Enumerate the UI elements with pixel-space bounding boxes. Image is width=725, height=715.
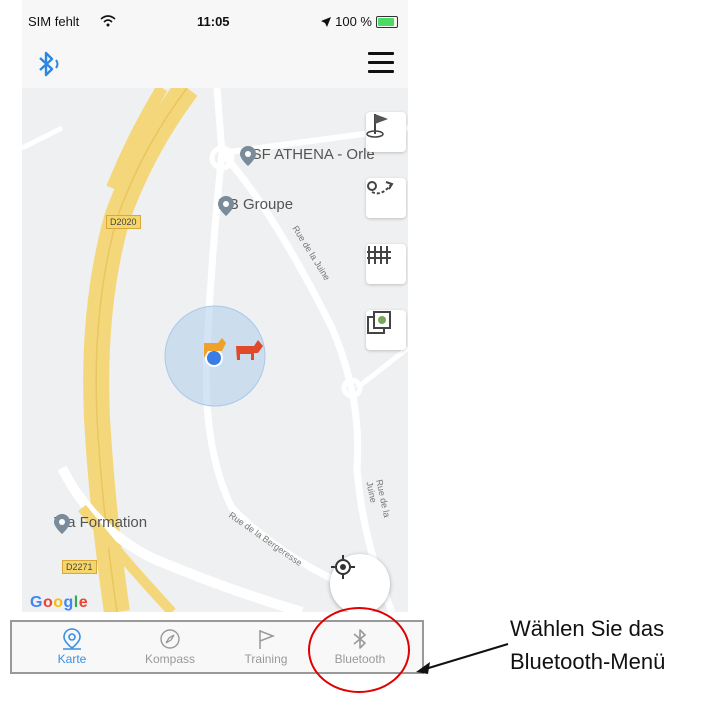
tab-label: Karte [57, 652, 87, 666]
my-location-button[interactable] [330, 554, 390, 612]
poi-gsf-athena[interactable]: GSF ATHENA - Orle [240, 146, 375, 166]
waypoint-flag-button[interactable] [366, 112, 406, 152]
tab-karte[interactable]: Karte [24, 622, 120, 672]
poi-via-formation[interactable]: Via Formation [54, 514, 147, 534]
wifi-icon [100, 15, 116, 27]
location-arrow-icon [321, 16, 332, 27]
map-view[interactable]: GSF ATHENA - Orle DB Groupe Via Formatio… [22, 88, 408, 612]
route-button[interactable] [366, 178, 406, 218]
status-bar: SIM fehlt 11:05 100 % [22, 0, 408, 40]
instruction-annotation: Wählen Sie das Bluetooth-Menü [510, 612, 665, 678]
crosshair-icon [331, 555, 355, 579]
map-layers-button[interactable] [366, 310, 406, 350]
battery-text: 100 % [335, 14, 372, 29]
flag-icon [259, 630, 276, 649]
layers-icon [367, 311, 391, 334]
map-pin-icon [218, 196, 234, 216]
tab-label: Kompass [144, 652, 196, 666]
annotation-line-1: Wählen Sie das [510, 616, 665, 641]
phone-screen: SIM fehlt 11:05 100 % GSF ATHENA - Orle … [22, 0, 408, 612]
battery-status: 100 % [321, 14, 398, 29]
highlight-circle [308, 607, 410, 693]
compass-icon [160, 629, 180, 649]
fence-button[interactable] [366, 244, 406, 284]
annotation-line-2: Bluetooth-Menü [510, 649, 666, 674]
tab-kompass[interactable]: Kompass [122, 622, 218, 672]
callout-arrow [416, 643, 509, 674]
route-icon [367, 181, 394, 195]
bluetooth-connected-icon[interactable] [34, 50, 66, 78]
carrier-text: SIM fehlt [28, 14, 80, 29]
app-header [22, 40, 408, 89]
google-logo: Google [30, 594, 89, 611]
map-pin-icon [63, 628, 81, 650]
map-pin-icon [240, 146, 256, 166]
tab-training[interactable]: Training [218, 622, 314, 672]
map-pin-icon [54, 514, 70, 534]
fence-icon [367, 246, 391, 264]
tab-label: Training [244, 652, 288, 666]
battery-icon [376, 15, 398, 28]
route-badge: D2020 [106, 215, 141, 229]
map-roads [22, 88, 408, 612]
flag-target-icon [366, 114, 388, 138]
poi-label: GSF ATHENA - Orle [240, 146, 375, 163]
poi-db-groupe[interactable]: DB Groupe [218, 196, 293, 216]
clock-text: 11:05 [197, 14, 230, 29]
menu-button[interactable] [368, 52, 394, 74]
route-badge: D2271 [62, 560, 97, 574]
